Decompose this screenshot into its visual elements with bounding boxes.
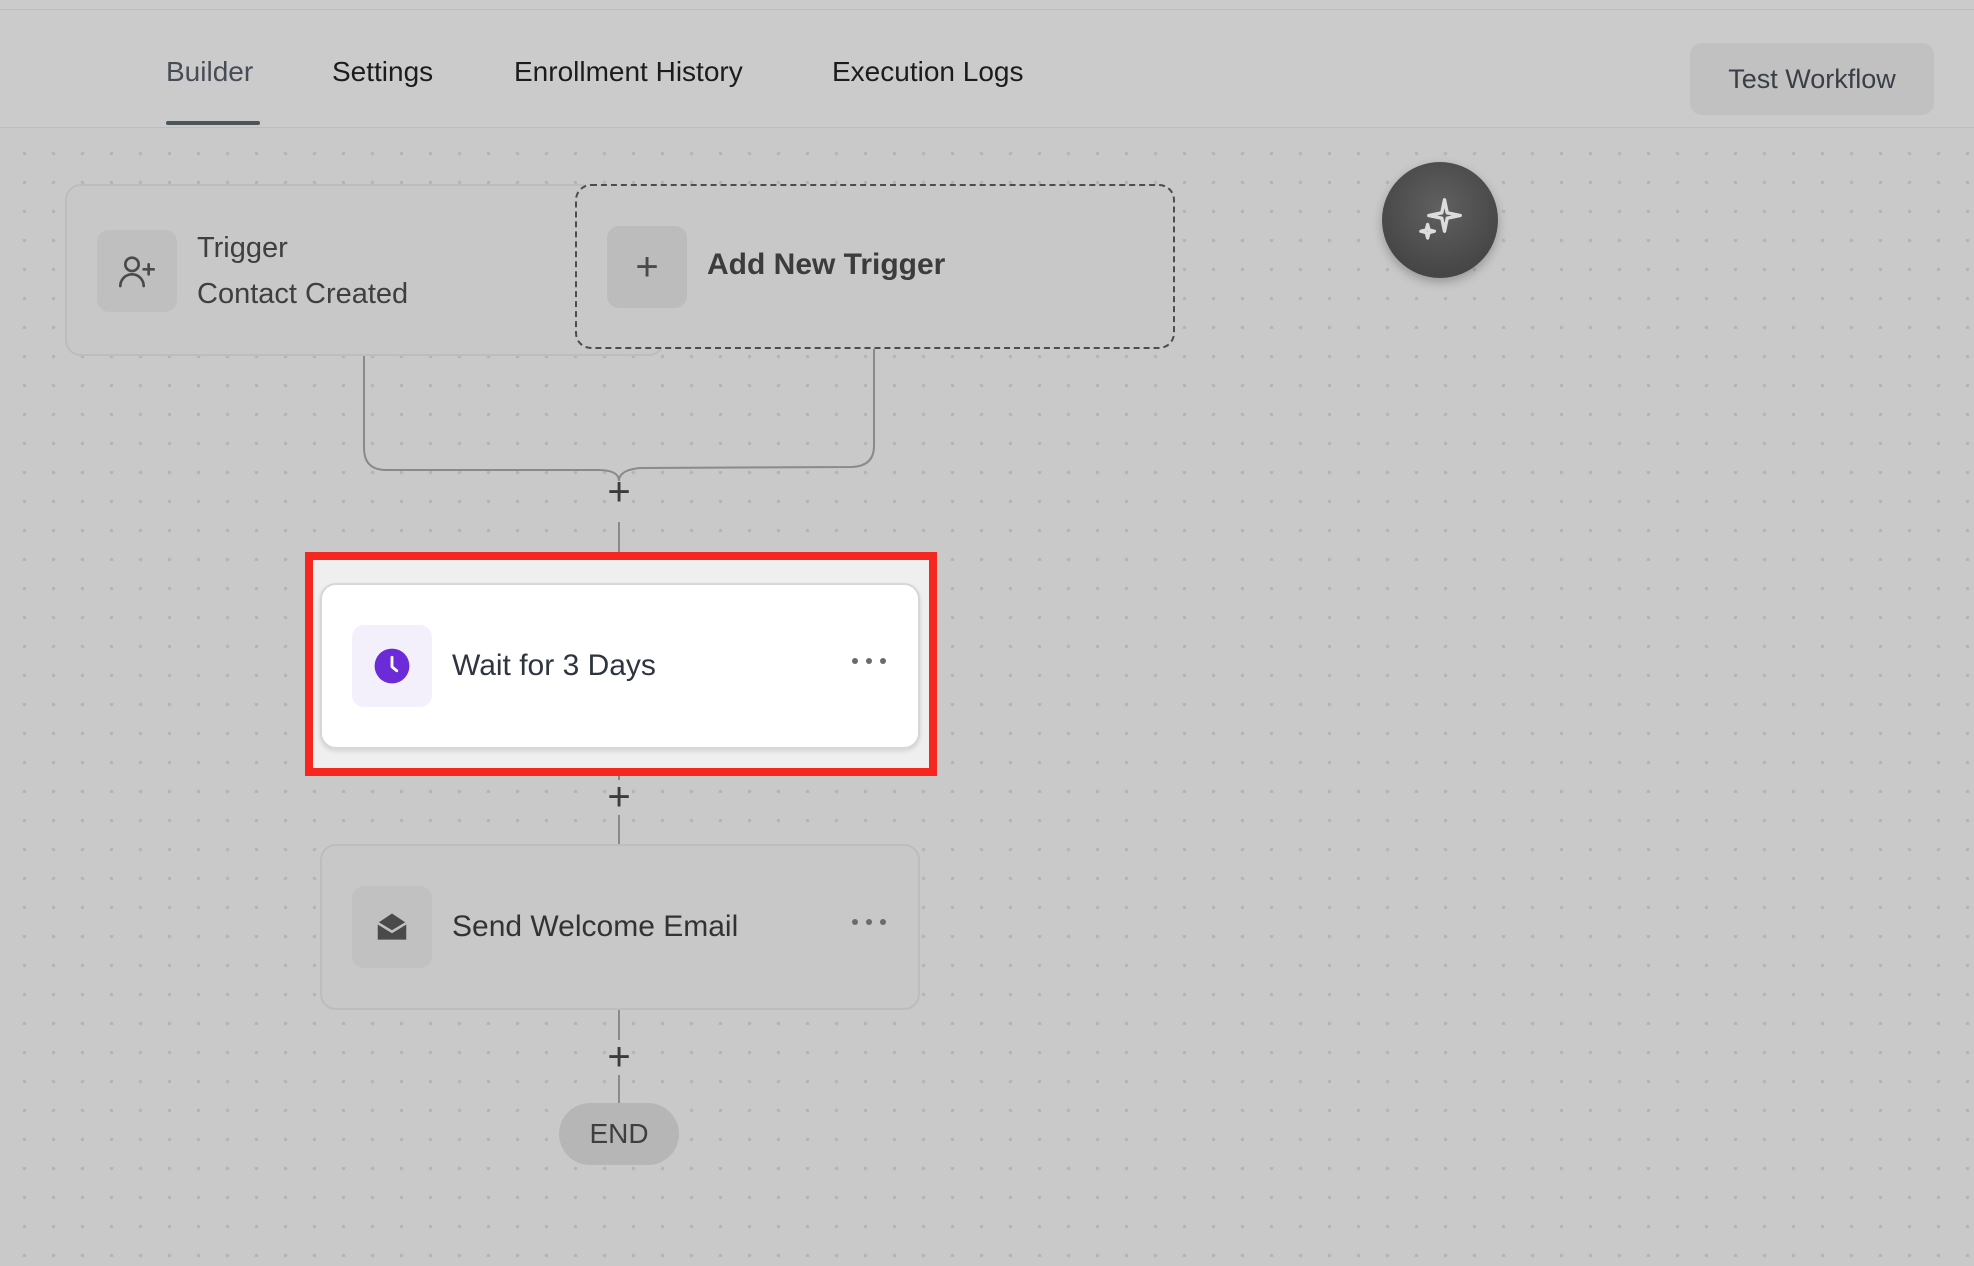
trigger-connector (363, 356, 620, 482)
user-plus-icon (97, 230, 177, 312)
add-step-button[interactable]: + (599, 777, 639, 817)
send-email-step-label: Send Welcome Email (452, 910, 739, 943)
clock-icon (352, 625, 432, 707)
wait-step-card[interactable]: Wait for 3 Days (320, 583, 920, 749)
workflow-end-node: END (559, 1103, 679, 1165)
envelope-open-icon (352, 886, 432, 968)
add-trigger-connector (618, 349, 875, 482)
add-new-trigger-card[interactable]: + Add New Trigger (575, 184, 1175, 349)
wait-step-label: Wait for 3 Days (452, 649, 656, 682)
more-options-icon[interactable] (852, 912, 886, 932)
trigger-title: Trigger (197, 232, 288, 264)
add-step-button[interactable]: + (599, 1037, 639, 1077)
trigger-event: Contact Created (197, 278, 409, 310)
more-options-icon[interactable] (852, 651, 886, 671)
sparkles-icon (1419, 198, 1462, 240)
add-step-button[interactable]: + (599, 472, 639, 512)
plus-icon: + (607, 226, 687, 308)
send-email-step-card[interactable]: Send Welcome Email (320, 844, 920, 1010)
add-trigger-label: Add New Trigger (707, 248, 946, 281)
ai-assistant-button[interactable] (1382, 162, 1498, 278)
